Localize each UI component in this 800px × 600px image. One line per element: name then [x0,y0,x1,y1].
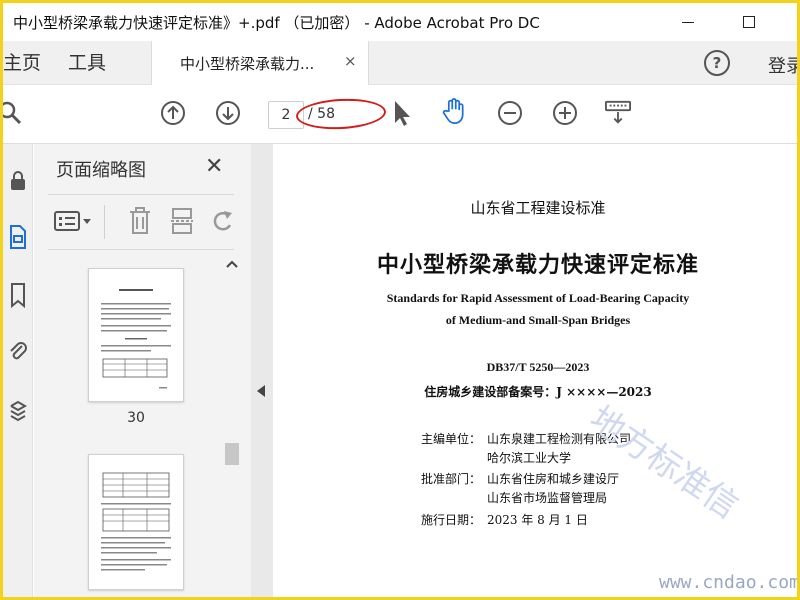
doc-effective-row: 施行日期： 2023 年 8 月 1 日 [421,511,588,528]
tab-bar: 主页 工具 中小型桥梁承载力... × ? 登录 [3,41,797,85]
doc-record-number: 住房城乡建设部备案号：J ××××—2023 [424,385,652,399]
plus-icon [553,101,577,125]
page-icon[interactable] [3,222,33,252]
tab-home[interactable]: 主页 [3,41,41,85]
app-window: 中小型桥梁承载力快速评定标准》+.pdf （已加密） - Adobe Acrob… [0,0,800,600]
page-thumbnail[interactable] [88,454,184,590]
doc-header: 山东省工程建设标准 [470,199,606,217]
collapse-arrow-icon [257,385,265,397]
lock-icon[interactable] [3,166,33,196]
options-icon[interactable] [54,207,94,235]
left-rail [3,144,33,597]
zoom-out-button[interactable] [497,100,523,126]
doc-editor-2: 哈尔滨工业大学 [487,451,572,465]
doc-effective-label: 施行日期： [421,513,482,527]
hand-icon[interactable] [441,98,467,125]
tab-document[interactable]: 中小型桥梁承载力... × [151,41,369,85]
window-title: 中小型桥梁承载力快速评定标准》+.pdf （已加密） - Adobe Acrob… [13,14,540,32]
doc-approval-row-2: 山东省市场监督管理局 [421,489,607,506]
minimize-button[interactable] [668,9,708,35]
scroll-up-arrow[interactable] [223,259,241,273]
doc-effective-date: 2023 年 8 月 1 日 [487,513,588,527]
title-bar: 中小型桥梁承载力快速评定标准》+.pdf （已加密） - Adobe Acrob… [3,3,797,41]
previous-page-button[interactable] [160,100,186,126]
rotate-icon[interactable] [210,207,234,235]
doc-approval-2: 山东省市场监督管理局 [487,491,608,505]
thumbnail-panel: 页面缩略图 ✕ 30 [34,144,251,597]
tab-close-button[interactable]: × [344,52,357,70]
extract-icon[interactable] [170,207,194,235]
pointer-icon[interactable] [389,100,415,126]
doc-approval-1: 山东省住房和城乡建设厅 [487,472,620,486]
doc-english-title-1: Standards for Rapid Assessment of Load-B… [386,291,690,305]
tab-document-label: 中小型桥梁承载力... [180,55,315,73]
panel-close-button[interactable]: ✕ [205,154,223,179]
arrow-down-icon [216,101,240,125]
login-button[interactable]: 登录 [768,52,797,78]
layers-icon[interactable] [3,396,33,426]
tab-tools[interactable]: 工具 [68,41,106,85]
keyboard-icon[interactable] [605,100,631,126]
panel-toolbar [48,194,234,250]
document-page: 山东省工程建设标准 中小型桥梁承载力快速评定标准 Standards for R… [273,144,797,597]
search-icon[interactable] [3,100,23,126]
bookmark-icon[interactable] [3,280,33,310]
red-highlight-ellipse [295,96,387,132]
watermark-text: 地方标准信 [582,398,746,527]
panel-collapse-bar[interactable] [251,144,273,597]
thumbnail-page-number: 30 [127,410,145,426]
doc-title: 中小型桥梁承载力快速评定标准 [376,252,699,278]
help-button[interactable]: ? [704,50,730,76]
doc-editor-label: 主编单位： [421,432,482,446]
thumbnail-list: 30 [48,254,238,597]
minus-icon [498,101,522,125]
doc-approval-row: 批准部门： 山东省住房和城乡建设厅 [421,470,619,487]
main-toolbar: 2 / 58 [3,86,797,144]
scrollbar-thumb[interactable] [225,443,239,465]
doc-editor-row-2: 哈尔滨工业大学 [421,449,571,466]
paperclip-icon[interactable] [3,336,33,366]
doc-standard-code: DB37/T 5250—2023 [486,360,590,374]
maximize-button[interactable] [729,9,769,35]
arrow-up-icon [161,101,185,125]
site-watermark: www.cndao.com [659,572,800,593]
doc-english-title-2: of Medium-and Small-Span Bridges [445,313,631,327]
zoom-in-button[interactable] [552,100,578,126]
thumbnail-scrollbar[interactable] [223,255,241,597]
next-page-button[interactable] [215,100,241,126]
trash-icon[interactable] [128,207,152,235]
panel-toolbar-divider [104,205,105,239]
panel-title: 页面缩略图 [56,160,146,181]
doc-approval-label: 批准部门： [421,472,482,486]
page-thumbnail[interactable] [88,268,184,402]
